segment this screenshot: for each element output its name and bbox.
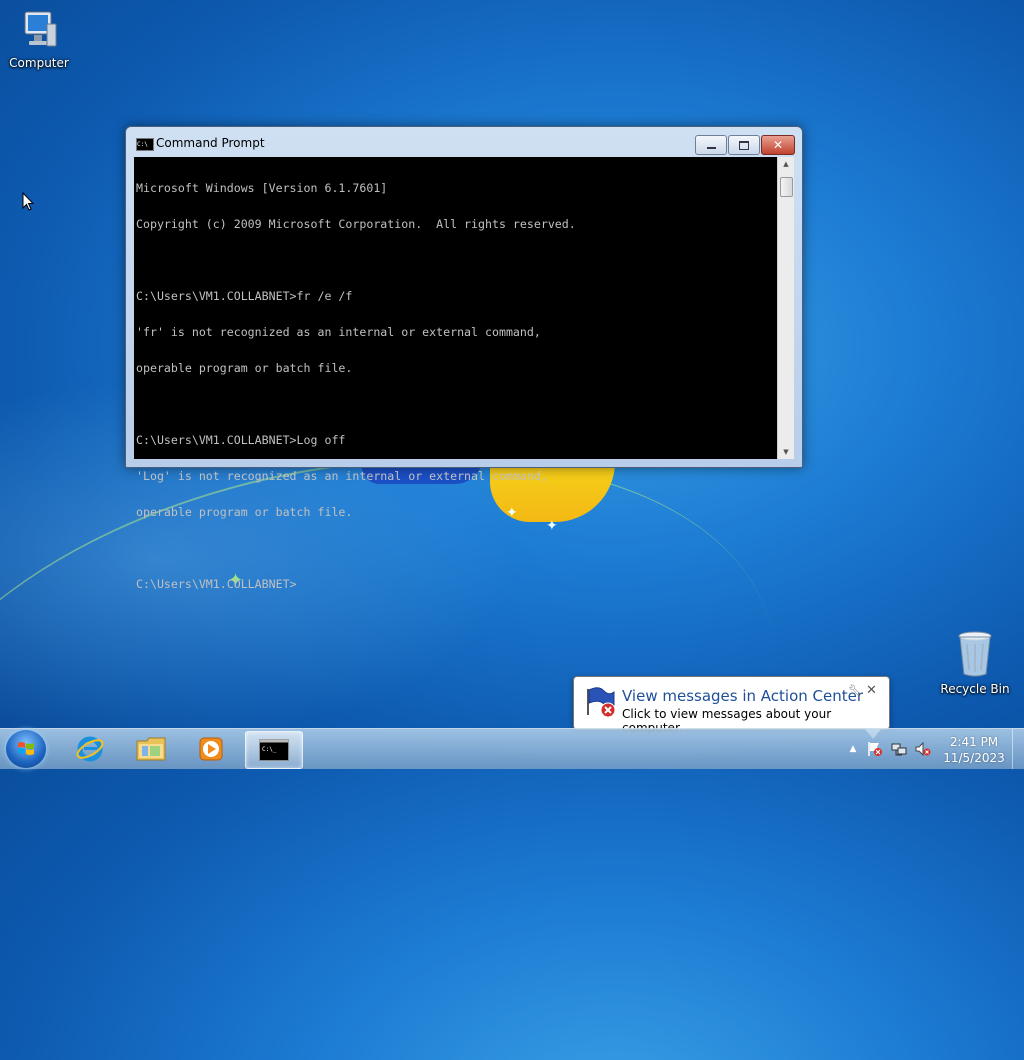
console-line: C:\Users\VM1.COLLABNET>fr /e /f bbox=[136, 289, 353, 303]
taskbar-command-prompt[interactable]: C:\_ bbox=[245, 731, 303, 769]
console-line: operable program or batch file. bbox=[136, 505, 353, 519]
windows-logo-icon bbox=[18, 742, 34, 755]
computer-icon bbox=[24, 11, 57, 47]
network-icon[interactable] bbox=[891, 741, 907, 757]
desktop-icon-computer[interactable]: Computer bbox=[6, 10, 72, 70]
scroll-up-arrow-icon[interactable]: ▲ bbox=[778, 157, 794, 171]
console-line: operable program or batch file. bbox=[136, 361, 353, 375]
show-hidden-icons-icon[interactable]: ▲ bbox=[845, 741, 861, 757]
minimize-icon bbox=[706, 147, 716, 149]
close-button[interactable]: ✕ bbox=[761, 135, 795, 155]
media-player-icon bbox=[199, 737, 223, 761]
close-icon: ✕ bbox=[772, 138, 784, 152]
window-title: Command Prompt bbox=[156, 136, 265, 150]
cmd-window[interactable]: C:\ Command Prompt ✕ Microsoft Windows [… bbox=[125, 126, 803, 590]
notification-close-button[interactable]: ✕ bbox=[866, 683, 877, 698]
console-line: 'fr' is not recognized as an internal or… bbox=[136, 325, 541, 339]
console-line: C:\Users\VM1.COLLABNET>Log off bbox=[136, 433, 346, 447]
cmd-icon: C:\_ bbox=[259, 739, 289, 761]
minimize-button[interactable] bbox=[695, 135, 727, 155]
clock-date: 11/5/2023 bbox=[943, 751, 1005, 765]
cmd-icon: C:\ bbox=[136, 138, 154, 151]
system-clock[interactable]: 2:41 PM 11/5/2023 bbox=[940, 734, 1008, 766]
desktop-icon-label: Recycle Bin bbox=[940, 682, 1010, 696]
console-prompt-line[interactable]: C:\Users\VM1.COLLABNET> bbox=[136, 578, 777, 590]
notification-title[interactable]: View messages in Action Center bbox=[622, 687, 863, 705]
console-line: Copyright (c) 2009 Microsoft Corporation… bbox=[136, 217, 576, 231]
wrench-icon[interactable]: 🔧︎ bbox=[848, 684, 862, 697]
internet-explorer-icon bbox=[76, 736, 104, 762]
taskbar-internet-explorer[interactable] bbox=[62, 731, 118, 767]
show-desktop-button[interactable] bbox=[1012, 729, 1024, 769]
clock-time: 2:41 PM bbox=[949, 735, 999, 749]
recycle-bin-icon bbox=[958, 631, 992, 677]
console-line: 'Log' is not recognized as an internal o… bbox=[136, 469, 548, 483]
desktop-icon-recycle-bin[interactable]: Recycle Bin bbox=[940, 630, 1010, 696]
maximize-button[interactable] bbox=[728, 135, 760, 155]
desktop-icon-label: Computer bbox=[9, 56, 69, 70]
action-center-icon[interactable] bbox=[867, 741, 883, 757]
console-line: Microsoft Windows [Version 6.1.7601] bbox=[136, 181, 388, 195]
start-button[interactable] bbox=[6, 730, 46, 768]
action-center-notification[interactable]: View messages in Action Center Click to … bbox=[573, 676, 890, 739]
taskbar-windows-explorer[interactable] bbox=[123, 731, 179, 767]
scroll-thumb[interactable] bbox=[780, 177, 793, 197]
vertical-scrollbar[interactable]: ▲ ▼ bbox=[777, 157, 794, 459]
maximize-icon bbox=[739, 140, 749, 150]
mouse-cursor-icon bbox=[22, 192, 34, 211]
svg-text:C:\_: C:\_ bbox=[262, 746, 277, 753]
volume-muted-icon[interactable] bbox=[915, 741, 931, 757]
taskbar: C:\_ ▲ 2:41 PM 11/5/2023 bbox=[0, 728, 1024, 769]
action-center-flag-icon bbox=[587, 687, 616, 718]
console-output[interactable]: Microsoft Windows [Version 6.1.7601] Cop… bbox=[134, 157, 777, 590]
scroll-down-arrow-icon[interactable]: ▼ bbox=[778, 445, 794, 459]
folder-icon bbox=[136, 737, 166, 761]
cmd-titlebar[interactable]: C:\ Command Prompt ✕ bbox=[126, 127, 802, 157]
taskbar-media-player[interactable] bbox=[183, 731, 239, 767]
